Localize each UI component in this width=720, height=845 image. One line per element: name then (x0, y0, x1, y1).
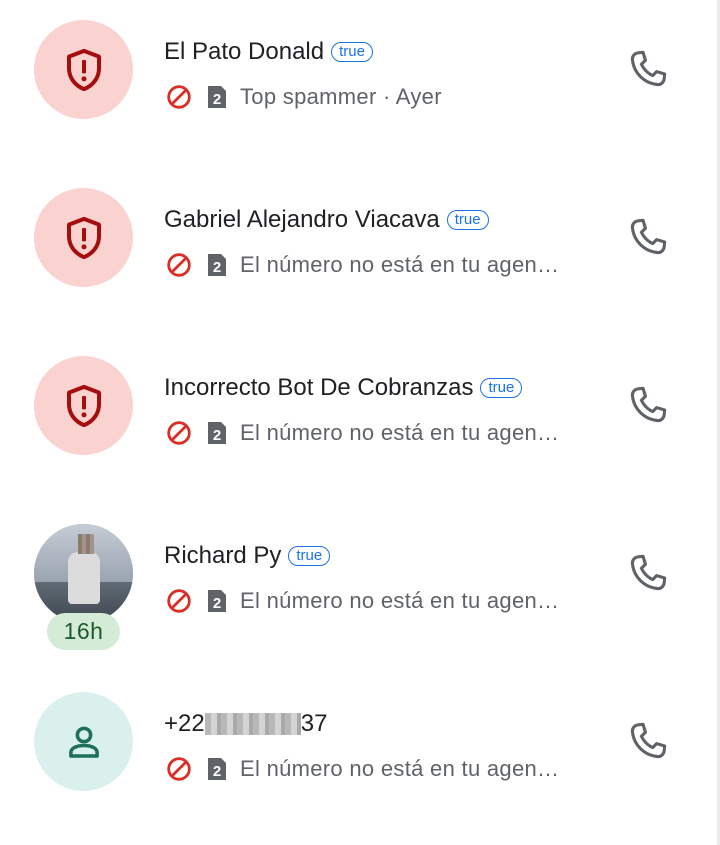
spam-shield-icon (66, 216, 101, 259)
contact-avatar (34, 692, 133, 791)
caller-name-row: El Pato Donald true (164, 38, 373, 66)
photo-blurred-face (78, 534, 94, 554)
spam-shield-icon (66, 384, 101, 427)
phone-icon (630, 50, 667, 87)
call-button[interactable] (625, 46, 671, 92)
status-tag: true (331, 42, 373, 62)
call-details: 2 El número no está en tu agen… (164, 418, 559, 448)
photo-person (68, 552, 100, 604)
phone-icon (630, 554, 667, 591)
call-details: 2 El número no está en tu agen… (164, 586, 559, 616)
person-icon (68, 726, 99, 758)
call-details: 2 El número no está en tu agen… (164, 754, 559, 784)
sim-number: 2 (213, 91, 221, 108)
blocked-icon (164, 418, 194, 448)
call-button[interactable] (625, 718, 671, 764)
sim-card-icon: 2 (202, 82, 232, 112)
spam-avatar (34, 188, 133, 287)
call-button[interactable] (625, 382, 671, 428)
sim-number: 2 (213, 595, 221, 612)
call-detail-text: El número no está en tu agen… (240, 420, 560, 445)
call-details: 2 El número no está en tu agen… (164, 250, 559, 280)
call-log-item[interactable]: +22 37 2 El número no está en tu agen… (0, 672, 717, 840)
caller-name-row: Incorrecto Bot De Cobranzas true (164, 374, 523, 402)
call-button[interactable] (625, 550, 671, 596)
caller-name: Incorrecto Bot De Cobranzas (164, 374, 474, 401)
caller-number-suffix: 37 (300, 710, 328, 737)
blocked-icon (164, 250, 194, 280)
status-tag: true (446, 210, 489, 230)
call-log-item[interactable]: Incorrecto Bot De Cobranzas true 2 El nú… (0, 336, 717, 504)
status-tag: true (288, 546, 331, 566)
call-button[interactable] (625, 214, 671, 260)
caller-name-row: Gabriel Alejandro Viacava true (164, 206, 489, 234)
sim-number: 2 (213, 259, 221, 276)
blocked-icon (164, 82, 194, 112)
spam-shield-icon (66, 48, 101, 91)
story-time-badge: 16h (47, 613, 120, 650)
call-log-item[interactable]: Gabriel Alejandro Viacava true 2 El núme… (0, 168, 717, 336)
caller-name: El Pato Donald (164, 38, 325, 65)
call-detail-text: El número no está en tu agen… (240, 588, 560, 613)
redacted-digits (204, 713, 301, 735)
sim-card-icon: 2 (202, 418, 232, 448)
phone-icon (630, 218, 667, 255)
sim-card-icon: 2 (202, 250, 232, 280)
call-log-item[interactable]: El Pato Donald true 2 Top spammer · Ayer (0, 0, 717, 168)
caller-number-prefix: +22 (164, 710, 205, 737)
status-tag: true (480, 378, 523, 398)
sim-card-icon: 2 (202, 754, 232, 784)
spam-avatar (34, 356, 133, 455)
sim-card-icon: 2 (202, 586, 232, 616)
call-detail-text: El número no está en tu agen… (240, 252, 560, 277)
call-details: 2 Top spammer · Ayer (164, 82, 442, 112)
caller-name: Gabriel Alejandro Viacava (164, 206, 440, 233)
phone-icon (630, 722, 667, 759)
contact-photo-avatar (34, 524, 133, 623)
phone-icon (630, 386, 667, 423)
call-detail-text: Top spammer · Ayer (240, 84, 442, 109)
call-detail-text: El número no está en tu agen… (240, 756, 560, 781)
spam-avatar (34, 20, 133, 119)
caller-name: Richard Py (164, 542, 282, 569)
sim-number: 2 (213, 427, 221, 444)
caller-number-row: +22 37 (164, 710, 327, 738)
sim-number: 2 (213, 763, 221, 780)
blocked-icon (164, 754, 194, 784)
caller-name-row: Richard Py true (164, 542, 331, 570)
blocked-icon (164, 586, 194, 616)
